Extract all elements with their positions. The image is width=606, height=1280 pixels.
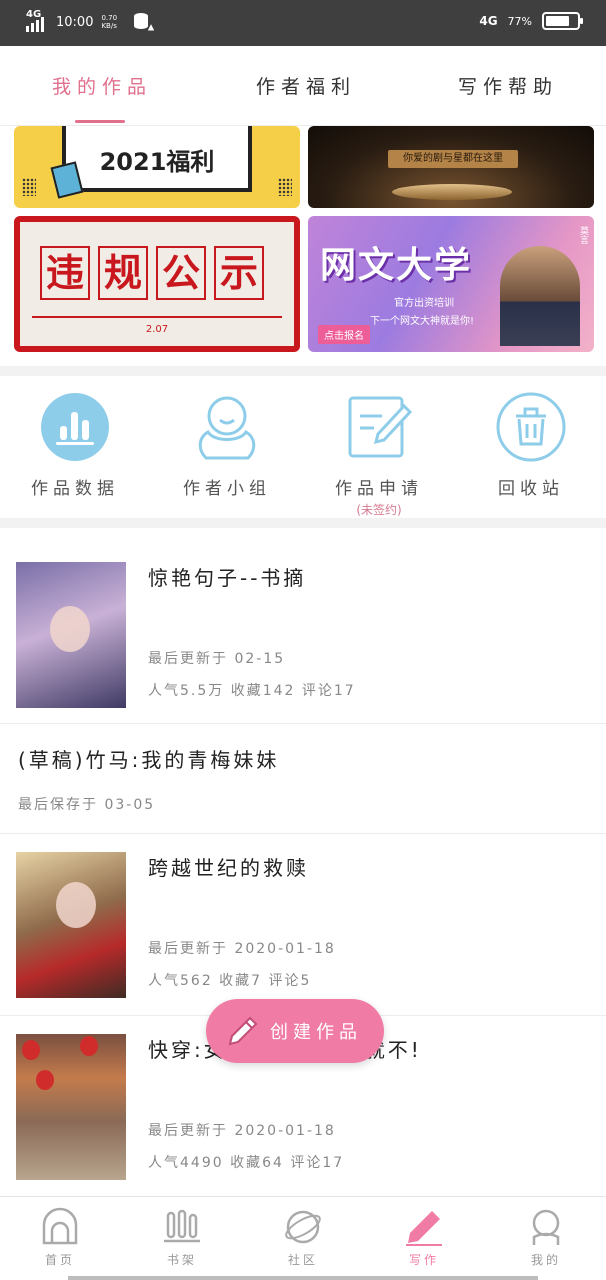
nav-profile[interactable]: 我的 [506, 1207, 586, 1268]
edit-icon [348, 396, 413, 458]
planet-icon [285, 1210, 321, 1244]
draft-item[interactable]: (草稿)竹马:我的青梅妹妹 最后保存于 03-05 [0, 724, 606, 834]
bookshelf-icon [164, 1209, 200, 1243]
network-right: 4G [479, 14, 498, 28]
network-speed: 0.70 KB/s [101, 14, 118, 30]
work-item[interactable]: 跨越世纪的救赎 最后更新于 2020-01-18 人气562 收藏7 评论5 [0, 834, 606, 1016]
pen-icon [406, 1211, 442, 1246]
battery-percent: 77% [507, 14, 532, 28]
work-update-time: 最后更新于 2020-01-18 [148, 1123, 336, 1139]
portrait-name: 莫言 [578, 226, 588, 244]
stage-graphic [392, 184, 512, 200]
draft-title: (草稿)竹马:我的青梅妹妹 [18, 748, 280, 772]
section-divider [0, 518, 606, 528]
bar-chart-icon [41, 393, 109, 461]
draft-save-time: 最后保存于 03-05 [18, 797, 156, 813]
work-stats: 人气5.5万 收藏142 评论17 [148, 683, 356, 699]
work-stats: 人气562 收藏7 评论5 [148, 973, 312, 989]
signal-icon: 4G [26, 9, 48, 32]
banner-web-university[interactable]: 网文大学 官方出资培训 下一个网文大神就是你! 点击报名 莫言 [308, 216, 594, 352]
work-item[interactable]: 惊艳句子--书摘 最后更新于 02-15 人气5.5万 收藏142 评论17 [0, 528, 606, 724]
violation-date: 2.07 [145, 324, 169, 335]
banner-welfare[interactable]: 2021福利 [14, 126, 300, 208]
unsigned-note: (未签约) [356, 503, 402, 517]
tool-row: 作品数据 作者小组 作品申请 (未签约) 回收站 [0, 376, 606, 518]
tab-my-works[interactable]: 我的作品 [52, 72, 152, 99]
status-time: 10:00 [56, 14, 94, 30]
tab-indicator [75, 120, 125, 123]
violation-char: 公 [156, 246, 206, 300]
tool-recycle-bin[interactable]: 回收站 [466, 392, 596, 499]
tool-works-data[interactable]: 作品数据 [10, 392, 140, 499]
tool-works-apply[interactable]: 作品申请 (未签约) [314, 392, 444, 518]
tab-bar: 我的作品 作者福利 写作帮助 [0, 46, 606, 126]
banner-violation-notice[interactable]: 违 规 公 示 2.07 [14, 216, 300, 352]
nav-writing[interactable]: 写作 [384, 1207, 464, 1268]
work-cover [16, 1034, 126, 1180]
nav-community[interactable]: 社区 [263, 1207, 343, 1268]
nav-home[interactable]: 首页 [20, 1207, 100, 1268]
banner-drama-text: 你爱的剧与星都在这里 [388, 150, 518, 168]
trash-icon [496, 392, 566, 462]
work-cover [16, 852, 126, 998]
pencil-icon [228, 1016, 258, 1046]
violation-char: 违 [40, 246, 90, 300]
tool-author-group[interactable]: 作者小组 [162, 392, 292, 499]
profile-icon [532, 1209, 560, 1245]
portrait-image [500, 246, 580, 346]
create-work-label: 创建作品 [270, 1022, 362, 1043]
signup-label: 点击报名 [318, 325, 370, 344]
bottom-nav: 首页 书架 社区 写作 我的 [0, 1196, 606, 1280]
status-bar: 4G 10:00 0.70 KB/s 4G 77% [0, 0, 606, 46]
nav-bookshelf[interactable]: 书架 [142, 1207, 222, 1268]
violation-char: 规 [98, 246, 148, 300]
data-warning-icon [134, 13, 156, 32]
banner-drama[interactable]: 你爱的剧与星都在这里 [308, 126, 594, 208]
university-subtitle: 下一个网文大神就是你! [370, 316, 475, 327]
work-update-time: 最后更新于 02-15 [148, 651, 286, 667]
home-icon [42, 1207, 78, 1245]
home-indicator[interactable] [68, 1276, 538, 1280]
work-title: 惊艳句子--书摘 [148, 566, 307, 590]
tab-writing-help[interactable]: 写作帮助 [458, 72, 558, 99]
tab-author-welfare[interactable]: 作者福利 [256, 72, 356, 99]
work-stats: 人气4490 收藏64 评论17 [148, 1155, 345, 1171]
section-divider [0, 366, 606, 376]
university-tag: 官方出资培训 [394, 298, 454, 309]
work-title: 跨越世纪的救赎 [148, 856, 309, 880]
create-work-button[interactable]: 创建作品 [206, 999, 384, 1063]
battery-icon [542, 12, 583, 30]
work-update-time: 最后更新于 2020-01-18 [148, 941, 336, 957]
violation-char: 示 [214, 246, 264, 300]
group-icon [198, 396, 256, 460]
university-title: 网文大学 [320, 245, 473, 286]
work-cover [16, 562, 126, 708]
